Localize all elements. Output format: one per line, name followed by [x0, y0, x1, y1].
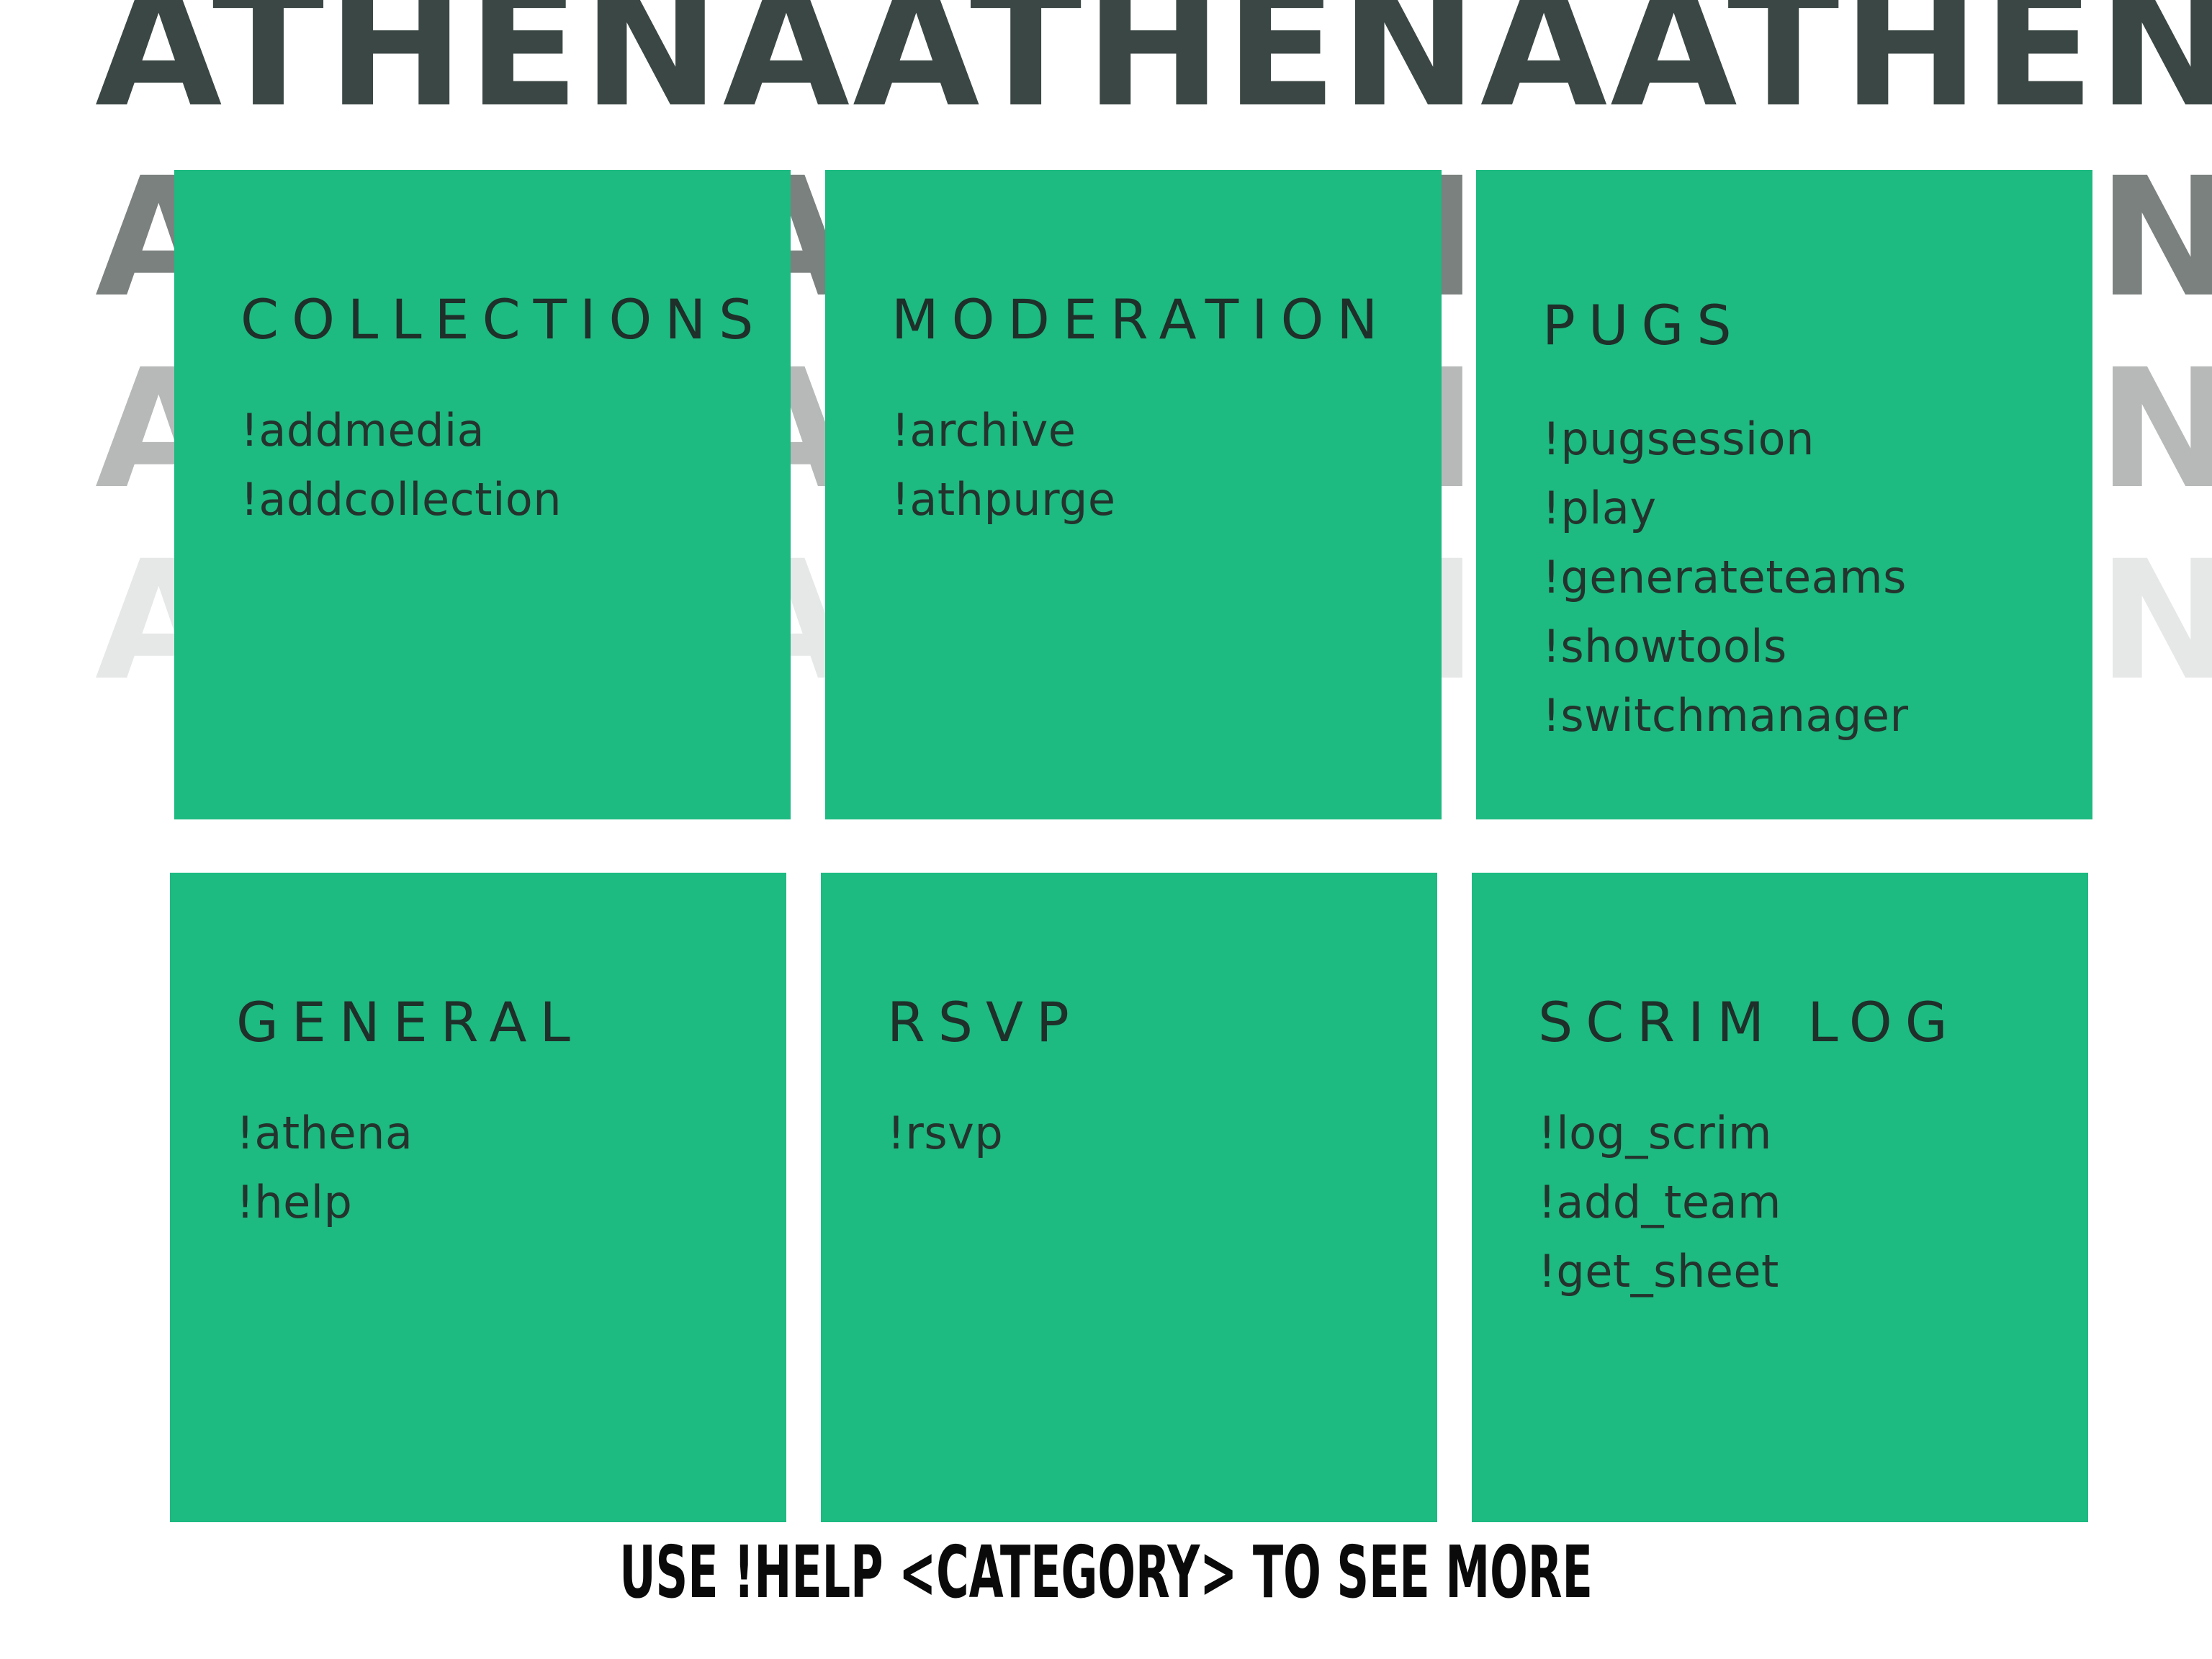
- footer-instruction: USE !HELP <CATEGORY> TO SEE MORE: [0, 1537, 2212, 1609]
- background-wordmark-row-1: ATHENA ATHENA ATHENA: [95, 0, 2212, 143]
- command-item: !help: [236, 1176, 353, 1228]
- footer-text: USE !HELP <CATEGORY> TO SEE MORE: [619, 1530, 1593, 1614]
- command-item: !add_team: [1538, 1176, 1781, 1228]
- category-card-scrim-log: SCRIM LOG !log_scrim !add_team !get_shee…: [1472, 873, 2088, 1522]
- category-card-moderation: MODERATION !archive !athpurge: [825, 170, 1442, 819]
- command-item: !switchmanager: [1542, 689, 1909, 742]
- command-list: !pugsession !play !generateteams !showto…: [1542, 405, 1908, 750]
- command-item: !athpurge: [891, 473, 1116, 526]
- category-card-general: GENERAL !athena !help: [170, 873, 786, 1522]
- command-item: !addcollection: [240, 473, 562, 526]
- category-card-pugs: PUGS !pugsession !play !generateteams !s…: [1476, 170, 2092, 819]
- command-list: !rsvp: [887, 1099, 1003, 1168]
- command-item: !get_sheet: [1538, 1245, 1779, 1298]
- command-list: !addmedia !addcollection: [240, 396, 562, 534]
- command-item: !addmedia: [240, 404, 485, 457]
- category-title: PUGS: [1542, 293, 1745, 357]
- category-title: RSVP: [887, 990, 1082, 1054]
- command-item: !showtools: [1542, 620, 1787, 673]
- category-title: GENERAL: [236, 990, 583, 1054]
- command-item: !pugsession: [1542, 413, 1815, 465]
- command-item: !archive: [891, 404, 1076, 457]
- category-title: COLLECTIONS: [240, 287, 767, 351]
- command-list: !log_scrim !add_team !get_sheet: [1538, 1099, 1781, 1306]
- command-list: !archive !athpurge: [891, 396, 1116, 534]
- command-item: !log_scrim: [1538, 1107, 1772, 1159]
- category-title: SCRIM LOG: [1538, 990, 1961, 1054]
- command-item: !generateteams: [1542, 551, 1907, 603]
- background-word: ATHENA: [1610, 0, 2212, 143]
- category-card-collections: COLLECTIONS !addmedia !addcollection: [174, 170, 791, 819]
- category-card-rsvp: RSVP !rsvp: [821, 873, 1437, 1522]
- command-item: !athena: [236, 1107, 413, 1159]
- category-title: MODERATION: [891, 287, 1391, 351]
- command-item: !play: [1542, 482, 1657, 534]
- command-list: !athena !help: [236, 1099, 413, 1237]
- command-item: !rsvp: [887, 1107, 1004, 1159]
- background-word: ATHENA: [95, 0, 853, 143]
- background-word: ATHENA: [853, 0, 1611, 143]
